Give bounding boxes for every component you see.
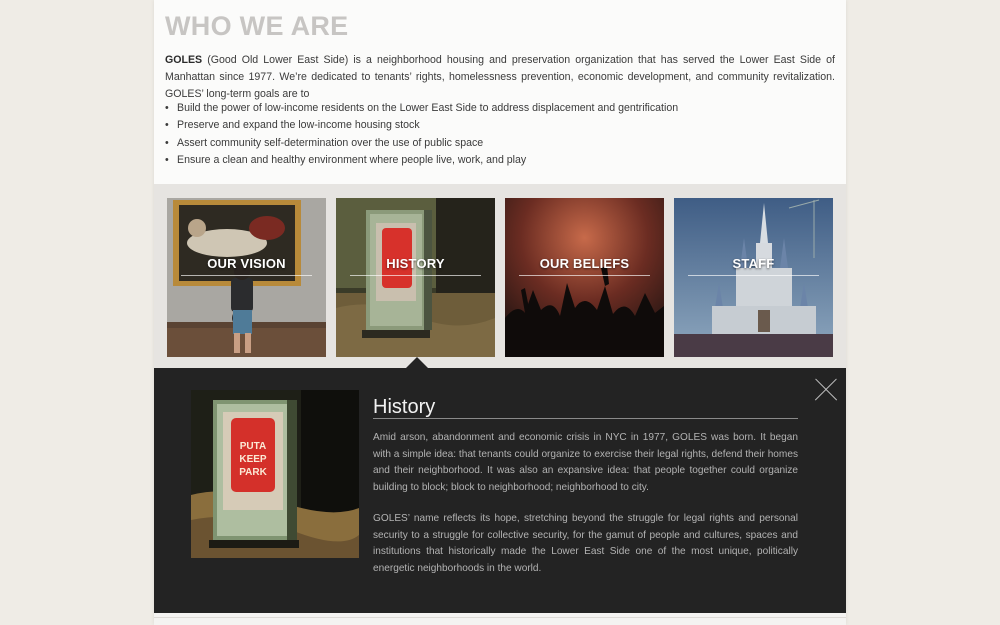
page-container: WHO WE ARE GOLES (Good Old Lower East Si… bbox=[154, 0, 846, 625]
next-section-edge bbox=[154, 613, 846, 625]
intro-paragraph: GOLES (Good Old Lower East Side) is a ne… bbox=[165, 52, 835, 103]
tile-staff[interactable]: STAFF bbox=[674, 198, 833, 357]
detail-title-rule bbox=[373, 418, 798, 419]
vision-photo bbox=[167, 198, 326, 357]
tile-underline bbox=[181, 275, 312, 276]
goal-item: Assert community self-determination over… bbox=[165, 135, 678, 153]
tile-label: HISTORY bbox=[386, 256, 445, 271]
history-detail-photo: PUTA KEEP PARK bbox=[191, 390, 359, 558]
tile-history[interactable]: HISTORY bbox=[336, 198, 495, 357]
tile-label: STAFF bbox=[732, 256, 775, 271]
history-detail-image: PUTA KEEP PARK bbox=[191, 390, 359, 558]
beliefs-photo bbox=[505, 198, 664, 357]
topic-tiles: OUR VISION HISTORY OUR BELIEFS STAFF bbox=[154, 184, 846, 368]
detail-title: History bbox=[373, 396, 436, 418]
staff-photo bbox=[674, 198, 833, 357]
goal-item: Ensure a clean and healthy environment w… bbox=[165, 152, 678, 170]
tile-underline bbox=[350, 275, 481, 276]
divider bbox=[154, 617, 846, 618]
section-title: WHO WE ARE bbox=[165, 11, 349, 41]
close-icon[interactable] bbox=[814, 378, 838, 402]
goal-item: Preserve and expand the low-income housi… bbox=[165, 117, 678, 135]
tile-label: OUR BELIEFS bbox=[539, 256, 630, 271]
sign-text-line: KEEP bbox=[239, 454, 267, 465]
org-name: GOLES bbox=[165, 54, 203, 66]
tile-label: OUR VISION bbox=[207, 256, 286, 271]
goal-item: Build the power of low-income residents … bbox=[165, 100, 678, 118]
intro-description: (Good Old Lower East Side) is a neighbor… bbox=[165, 54, 835, 100]
detail-paragraph: GOLES’ name reflects its hope, stretchin… bbox=[373, 513, 798, 574]
history-photo bbox=[336, 198, 495, 357]
sign-text-line: PARK bbox=[239, 467, 267, 478]
goals-list: Build the power of low-income residents … bbox=[165, 100, 678, 170]
detail-paragraph: Amid arson, abandonment and economic cri… bbox=[373, 432, 798, 493]
tile-underline bbox=[688, 275, 819, 276]
tile-our-vision[interactable]: OUR VISION bbox=[167, 198, 326, 357]
history-detail-panel: PUTA KEEP PARK History Amid arson, aband… bbox=[154, 368, 846, 613]
active-tile-pointer bbox=[406, 357, 428, 368]
sign-text-line: PUTA bbox=[240, 441, 266, 452]
tile-underline bbox=[519, 275, 650, 276]
tile-our-beliefs[interactable]: OUR BELIEFS bbox=[505, 198, 664, 357]
who-we-are-section: WHO WE ARE GOLES (Good Old Lower East Si… bbox=[154, 0, 846, 184]
